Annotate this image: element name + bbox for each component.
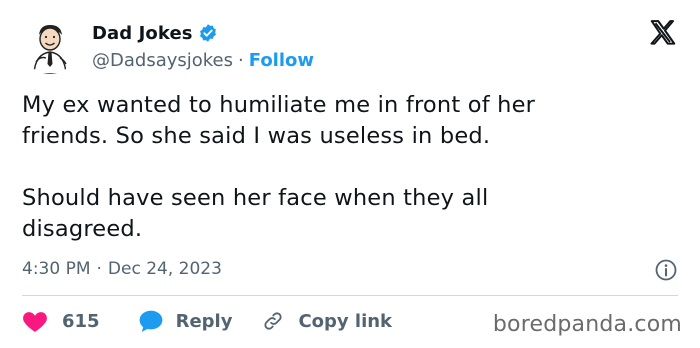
like-button[interactable]: 615: [22, 309, 100, 333]
reply-label: Reply: [175, 310, 233, 332]
verified-badge-icon: [199, 24, 216, 42]
name-row: Dad Jokes: [92, 19, 314, 47]
tweet-time[interactable]: 4:30 PM: [22, 259, 91, 279]
speech-bubble-icon: [139, 310, 162, 332]
link-icon: [264, 312, 283, 330]
tweet-actions: 615 Reply Copy link: [22, 306, 392, 336]
tweet-timestamp: 4:30 PM · Dec 24, 2023: [22, 255, 678, 283]
tweet-text: My ex wanted to humiliate me in front of…: [22, 92, 536, 242]
copy-link-button[interactable]: Copy link: [262, 310, 392, 332]
display-name[interactable]: Dad Jokes: [92, 23, 193, 44]
cartoon-man-avatar-icon: [22, 18, 78, 74]
watermark: boredpanda.com: [492, 312, 682, 337]
tweet-header: Dad Jokes @Dadsaysjokes · Follow: [22, 16, 314, 76]
follow-button[interactable]: Follow: [249, 50, 314, 71]
handle-separator: ·: [238, 49, 244, 71]
like-count: 615: [62, 310, 100, 332]
x-logo-icon[interactable]: [648, 18, 678, 48]
tweet-card: Dad Jokes @Dadsaysjokes · Follow My ex w…: [0, 0, 700, 348]
author-info: Dad Jokes @Dadsaysjokes · Follow: [92, 19, 314, 73]
divider: [22, 295, 678, 296]
handle[interactable]: @Dadsaysjokes: [92, 50, 233, 71]
handle-row: @Dadsaysjokes · Follow: [92, 47, 314, 73]
copy-link-label: Copy link: [298, 310, 393, 332]
heart-icon: [23, 312, 47, 332]
info-icon[interactable]: [654, 258, 678, 282]
tweet-date[interactable]: Dec 24, 2023: [108, 259, 222, 279]
reply-button[interactable]: Reply: [138, 309, 233, 333]
timestamp-separator: ·: [96, 259, 102, 279]
avatar[interactable]: [22, 18, 78, 74]
